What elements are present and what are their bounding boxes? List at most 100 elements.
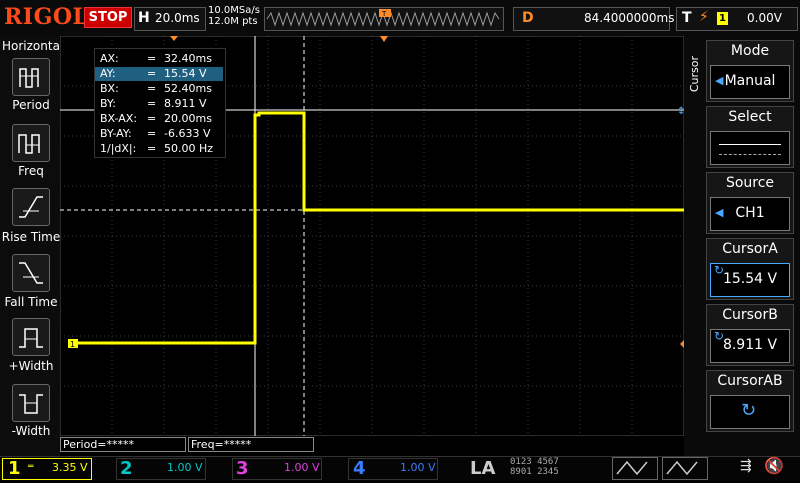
horizontal-letter: H [138,10,150,26]
cursor-b-value-box[interactable]: ↻ 8.911 V [710,329,790,363]
readout-key: BY: [100,97,116,110]
positive-width-icon [19,328,43,348]
period-button[interactable] [12,58,50,96]
frequency-icon [18,134,40,154]
delay-value: 84.4000000ms [584,11,675,25]
readout-equals: = [147,52,157,65]
freq-button[interactable] [12,124,50,162]
sample-rate: 10.0MSa/s [208,5,260,16]
vertical-arrow-icon: ↕ [677,106,684,117]
memory-depth: 12.0M pts [208,16,258,27]
mode-value-box[interactable]: ◀ Manual [710,65,790,99]
svg-text:1: 1 [70,340,75,349]
trigger-box[interactable]: T ⚡ 1 0.00V [676,7,798,31]
run-stop-button[interactable]: STOP [84,7,132,28]
mode-menu[interactable]: Mode ◀ Manual [706,40,794,102]
channel-4-number: 4 [353,458,366,479]
decoder-2-icon [666,460,698,476]
menu-vertical-label: Cursor [688,56,701,93]
readout-equals: = [147,112,157,125]
cursor-b-value: 8.911 V [722,337,778,353]
trigger-letter: T [682,10,692,26]
readout-equals: = [147,127,157,140]
negative-width-icon [19,394,43,414]
period-measurement: Period=***** [60,437,186,452]
cursor-a-value-box[interactable]: ↻ 15.54 V [710,263,790,297]
positive-width-button[interactable] [12,318,50,356]
readout-key: BX-AX: [100,112,138,125]
positive-width-label: +Width [8,359,54,373]
panel-title: Horizontal [2,39,64,53]
memory-position-strip[interactable]: T [264,7,504,31]
period-label: Period [12,98,50,112]
channel-4-scale: 1.00 V [400,461,436,474]
readout-equals: = [147,67,157,80]
cursor-readout-table: AX: = 32.40ms AY: = 15.54 V BX: = 52.40ms BY: = 8.9… [94,48,226,158]
timebase-value: 20.0ms [155,11,200,25]
readout-key: AX: [100,52,119,65]
decoder-1-icon [616,460,648,476]
fall-time-icon [19,262,43,284]
cursor-readout-row: BX-AX: = 20.00ms [95,112,223,126]
cursor-readout-row: BX: = 52.40ms [95,82,223,96]
readout-key: AY: [100,67,116,80]
fall-time-button[interactable] [12,254,50,292]
freq-label: Freq [18,164,44,178]
cursor-a-menu[interactable]: CursorA ↻ 15.54 V [706,238,794,300]
cursor-readout-row: BY: = 8.911 V [95,97,223,111]
logic-analyzer-button[interactable]: LA [470,458,495,479]
cursor-readout-row: 1/|dX|: = 50.00 Hz [95,142,223,156]
cursor-readout-row: BY-AY: = -6.633 V [95,127,223,141]
source-value-box[interactable]: ◀ CH1 [710,197,790,231]
rise-time-label: Rise Time [1,230,61,244]
cursor-ab-value-box[interactable]: ↻ [710,395,790,429]
logic-digits-bottom: 8901 2345 [510,467,559,477]
channel-1-scale: 3.35 V [52,461,88,474]
cursor-b-menu[interactable]: CursorB ↻ 8.911 V [706,304,794,366]
brand-logo: RIGOL [4,4,89,30]
channel-1-ground-marker[interactable]: 1 [68,339,78,349]
logic-channel-digits: 0123 4567 8901 2345 [510,457,559,477]
cursor-b-title: CursorB [722,307,778,323]
channel-3-scale: 1.00 V [284,461,320,474]
cursor-a-title: CursorA [722,241,778,257]
select-menu[interactable]: Select [706,106,794,168]
rising-edge-icon: ⚡ [699,9,709,25]
readout-key: 1/|dX|: [100,142,137,155]
negative-width-label: -Width [11,424,51,438]
readout-equals: = [147,82,157,95]
period-icon [19,68,39,88]
negative-width-button[interactable] [12,384,50,422]
decoder-2-button[interactable] [662,457,708,480]
rise-time-button[interactable] [12,188,50,226]
source-menu[interactable]: Source ◀ CH1 [706,172,794,234]
select-title: Select [728,109,772,125]
cursor-ab-menu[interactable]: CursorAB ↻ [706,370,794,432]
cursor-a-value: 15.54 V [722,271,778,287]
delay-box[interactable]: D 84.4000000ms [513,7,674,31]
mode-value: Manual [724,73,776,89]
trigger-source-badge: 1 [717,12,728,25]
readout-value: 52.40ms [164,82,212,95]
readout-value: 20.00ms [164,112,212,125]
cursor-readout-row: AY: = 15.54 V [95,67,223,81]
channel-3-number: 3 [236,458,249,479]
svg-text:T: T [381,10,387,18]
rise-time-icon [19,196,43,218]
rotate-knob-icon: ↻ [741,400,757,421]
channel-1-number: 1 [8,458,21,479]
select-line-solid [719,144,781,145]
readout-equals: = [147,97,157,110]
cursor-ab-title: CursorAB [717,373,783,389]
readout-key: BX: [100,82,119,95]
speaker-muted-icon[interactable]: 🔇 [764,456,784,475]
readout-key: BY-AY: [100,127,132,140]
logic-digits-top: 0123 4567 [510,457,559,467]
freq-measurement: Freq=***** [188,437,314,452]
select-value-box[interactable] [710,131,790,165]
readout-equals: = [147,142,157,155]
horizontal-timebase-box[interactable]: H 20.0ms [134,7,206,31]
trigger-level: 0.00V [747,11,782,25]
decoder-1-button[interactable] [612,457,658,480]
fall-time-label: Fall Time [4,295,58,309]
